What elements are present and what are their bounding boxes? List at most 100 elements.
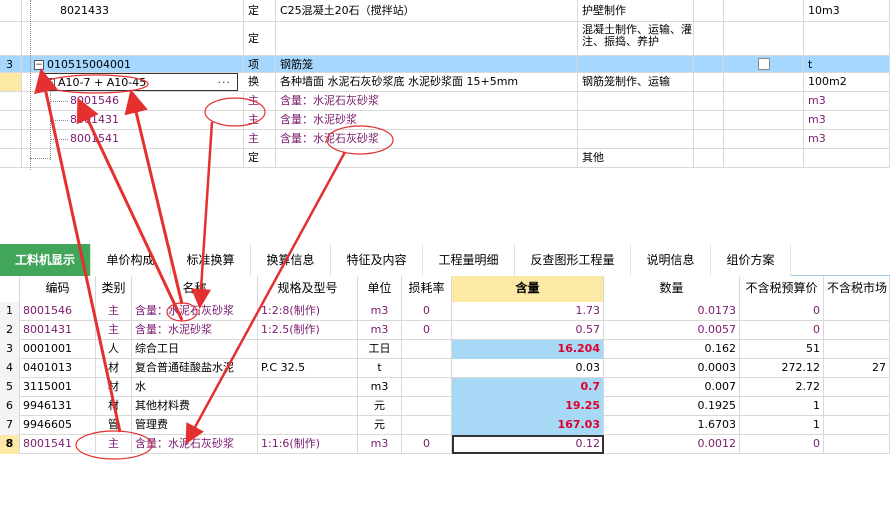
unit-cell[interactable]: t xyxy=(804,56,890,72)
content-cell[interactable]: 0.03 xyxy=(452,359,604,378)
loss-rate-cell[interactable]: 0 xyxy=(402,435,452,454)
name-cell[interactable]: 水 xyxy=(132,378,258,397)
name-cell[interactable]: 含量：水泥石灰砂浆 xyxy=(132,435,258,454)
table-row[interactable]: − A10-7 + A10-45 ··· 换 各种墙面 水泥石灰砂浆底 水泥砂浆面 … xyxy=(0,73,890,92)
type-cell[interactable]: 定 xyxy=(244,0,276,21)
unit-cell[interactable]: 100m2 xyxy=(804,73,890,91)
work-content-cell[interactable]: 护壁制作 xyxy=(578,0,694,21)
type-cell[interactable]: 主 xyxy=(96,321,132,340)
quantity-cell[interactable]: 0.1925 xyxy=(604,397,740,416)
table-row[interactable]: 5 3115001 材水 m3 0.7 0.007 2.72 xyxy=(0,378,890,397)
header-name[interactable]: 名称 xyxy=(132,276,258,302)
content-cell[interactable]: 1.73 xyxy=(452,302,604,321)
code-cell[interactable]: 0401013 xyxy=(20,359,96,378)
code-cell[interactable]: 3115001 xyxy=(20,378,96,397)
code-cell[interactable]: 9946605 xyxy=(20,416,96,435)
checkbox[interactable] xyxy=(757,58,770,70)
spec-cell[interactable] xyxy=(258,397,358,416)
header-code[interactable]: 编码 xyxy=(20,276,96,302)
budget-price-cell[interactable]: 1 xyxy=(740,416,824,435)
loss-rate-cell[interactable]: 0 xyxy=(402,321,452,340)
header-content[interactable]: 含量 xyxy=(452,276,604,302)
budget-price-cell[interactable]: 0 xyxy=(740,321,824,340)
budget-price-cell[interactable]: 1 xyxy=(740,397,824,416)
table-row[interactable]: 2 8001431 主含量：水泥砂浆 1:2.5(制作) m3 0 0.57 0.0057 0 xyxy=(0,321,890,340)
work-content-cell[interactable] xyxy=(578,56,694,72)
type-cell[interactable]: 材 xyxy=(96,397,132,416)
market-price-cell[interactable]: 27 xyxy=(824,359,890,378)
loss-rate-cell[interactable]: 0 xyxy=(402,302,452,321)
code-input[interactable]: − A10-7 + A10-45 ··· xyxy=(40,73,238,91)
tab-features-content[interactable]: 特征及内容 xyxy=(331,244,423,276)
table-row[interactable]: 3 0001001 人综合工日 工日 16.204 0.162 51 xyxy=(0,340,890,359)
table-row[interactable]: 定 混凝土制作、运输、灌注、振捣、养护 xyxy=(0,22,890,56)
content-cell[interactable]: 0.12 xyxy=(452,435,604,454)
unit-cell[interactable]: m3 xyxy=(804,130,890,148)
code-cell[interactable]: 9946131 xyxy=(20,397,96,416)
unit-cell[interactable]: 元 xyxy=(358,397,402,416)
spec-cell[interactable] xyxy=(258,340,358,359)
checkbox-cell[interactable] xyxy=(724,56,804,72)
type-cell[interactable]: 人 xyxy=(96,340,132,359)
unit-cell[interactable]: t xyxy=(358,359,402,378)
spec-cell[interactable]: 1:1:6(制作) xyxy=(258,435,358,454)
table-row[interactable]: 定 其他 xyxy=(0,149,890,168)
spec-cell[interactable]: P.C 32.5 xyxy=(258,359,358,378)
spec-cell[interactable]: 1:2.5(制作) xyxy=(258,321,358,340)
header-budget-price[interactable]: 不含税预算价 xyxy=(740,276,824,302)
name-cell[interactable]: 含量：水泥石灰砂浆 xyxy=(276,92,578,110)
content-cell[interactable]: 0.57 xyxy=(452,321,604,340)
type-cell[interactable]: 主 xyxy=(96,302,132,321)
loss-rate-cell[interactable] xyxy=(402,378,452,397)
loss-rate-cell[interactable] xyxy=(402,359,452,378)
table-row-selected[interactable]: 8 8001541 主含量：水泥石灰砂浆 1:1:6(制作) m3 0 0.12 0.0012… xyxy=(0,435,890,454)
market-price-cell[interactable] xyxy=(824,416,890,435)
type-cell[interactable]: 主 xyxy=(244,111,276,129)
table-row[interactable]: 8001431 主 含量：水泥砂浆 m3 xyxy=(0,111,890,130)
tab-pricing-scheme[interactable]: 组价方案 xyxy=(711,244,791,276)
header-unit[interactable]: 单位 xyxy=(358,276,402,302)
tab-quantity-details[interactable]: 工程量明细 xyxy=(423,244,515,276)
tab-standard-conversion[interactable]: 标准换算 xyxy=(171,244,251,276)
unit-cell[interactable] xyxy=(804,149,890,167)
code-cell[interactable] xyxy=(22,22,244,55)
table-row[interactable]: 7 9946605 管管理费 元 167.03 1.6703 1 xyxy=(0,416,890,435)
more-button[interactable]: ··· xyxy=(218,74,232,90)
type-cell[interactable]: 定 xyxy=(244,149,276,167)
unit-cell[interactable]: 10m3 xyxy=(804,0,890,21)
tab-labor-material-machine[interactable]: 工料机显示 xyxy=(0,244,91,276)
table-row[interactable]: 8021433 定 C25混凝土20石（搅拌站） 护壁制作 10m3 xyxy=(0,0,890,22)
unit-cell[interactable]: 元 xyxy=(358,416,402,435)
unit-cell[interactable]: m3 xyxy=(804,111,890,129)
work-content-cell[interactable] xyxy=(578,111,694,129)
market-price-cell[interactable] xyxy=(824,397,890,416)
type-cell[interactable]: 定 xyxy=(244,22,276,55)
type-cell[interactable]: 材 xyxy=(96,378,132,397)
table-row[interactable]: 1 8001546 主含量：水泥石灰砂浆 1:2:8(制作) m3 0 1.73 0.0173… xyxy=(0,302,890,321)
type-cell[interactable]: 换 xyxy=(244,73,276,91)
content-cell[interactable]: 0.7 xyxy=(452,378,604,397)
spec-cell[interactable]: 1:2:8(制作) xyxy=(258,302,358,321)
header-spec[interactable]: 规格及型号 xyxy=(258,276,358,302)
header-market-price[interactable]: 不含税市场 xyxy=(824,276,890,302)
spec-cell[interactable] xyxy=(258,416,358,435)
code-cell[interactable]: 0001001 xyxy=(20,340,96,359)
name-cell[interactable]: 含量：水泥石灰砂浆 xyxy=(276,130,578,148)
name-cell[interactable]: 复合普通硅酸盐水泥 xyxy=(132,359,258,378)
budget-price-cell[interactable]: 0 xyxy=(740,435,824,454)
name-cell[interactable]: 钢筋笼 xyxy=(276,56,578,72)
work-content-cell[interactable]: 混凝土制作、运输、灌注、振捣、养护 xyxy=(578,22,694,55)
name-cell[interactable]: 各种墙面 水泥石灰砂浆底 水泥砂浆面 15+5mm xyxy=(276,73,578,91)
work-content-cell[interactable] xyxy=(578,130,694,148)
header-loss-rate[interactable]: 损耗率 xyxy=(402,276,452,302)
quantity-cell[interactable]: 0.0173 xyxy=(604,302,740,321)
quantity-cell[interactable]: 0.162 xyxy=(604,340,740,359)
content-cell[interactable]: 167.03 xyxy=(452,416,604,435)
type-cell[interactable]: 主 xyxy=(96,435,132,454)
market-price-cell[interactable] xyxy=(824,340,890,359)
name-cell[interactable]: 含量：水泥砂浆 xyxy=(276,111,578,129)
name-cell[interactable]: 管理费 xyxy=(132,416,258,435)
market-price-cell[interactable] xyxy=(824,321,890,340)
work-content-cell[interactable]: 其他 xyxy=(578,149,694,167)
collapse-icon[interactable]: − xyxy=(34,60,44,70)
